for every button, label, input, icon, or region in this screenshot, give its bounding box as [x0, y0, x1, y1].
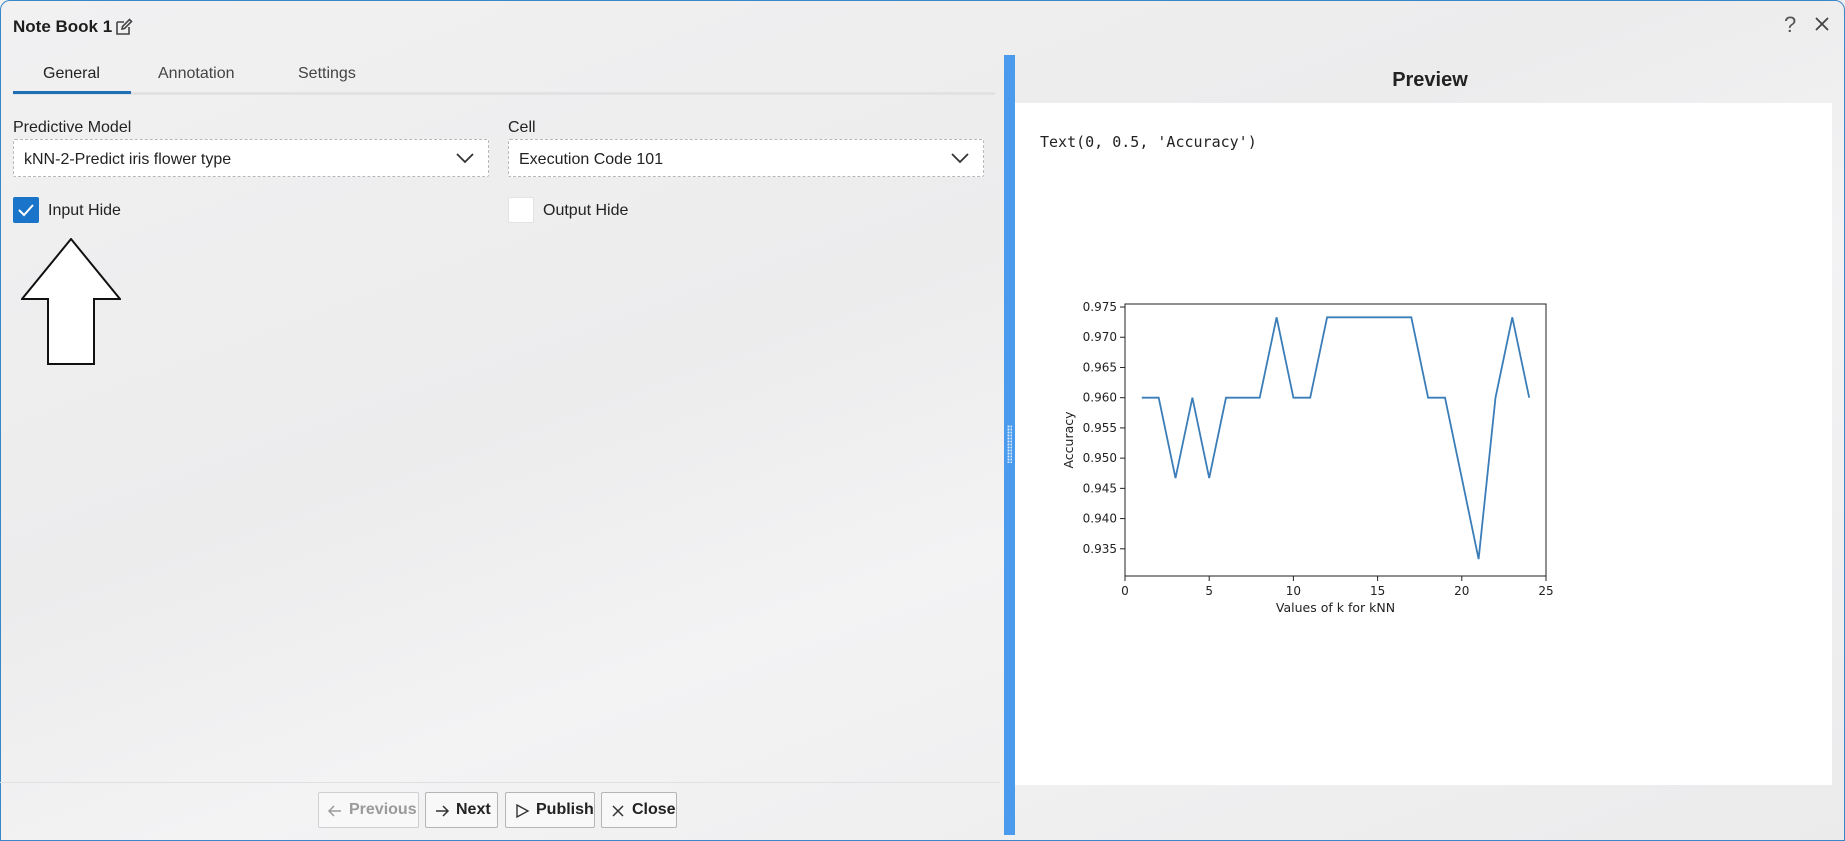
y-tick-label: 0.975	[1083, 300, 1117, 314]
code-output-text: Text(0, 0.5, 'Accuracy')	[1040, 133, 1257, 151]
predictive-model-value: kNN-2-Predict iris flower type	[24, 151, 232, 168]
predictive-model-label: Predictive Model	[13, 119, 132, 136]
active-tab-indicator	[13, 91, 131, 94]
tab-annotation[interactable]: Annotation	[158, 65, 235, 83]
cell-label: Cell	[508, 119, 536, 136]
output-hide-label[interactable]: Output Hide	[543, 202, 628, 220]
arrow-left-icon	[327, 805, 341, 817]
x-axis-label: Values of k for kNN	[1276, 600, 1395, 615]
play-icon	[516, 803, 530, 819]
previous-button[interactable]: Previous	[318, 792, 419, 828]
window-title: Note Book 1	[13, 17, 113, 36]
next-button[interactable]: Next	[425, 792, 498, 828]
x-tick-label: 5	[1205, 584, 1213, 598]
y-tick-label: 0.950	[1083, 451, 1117, 465]
preview-panel: Text(0, 0.5, 'Accuracy') 0 5 10 15 20 25 0.935…	[1015, 103, 1832, 785]
y-tick-label: 0.945	[1083, 481, 1117, 495]
title-bar: Note Book 1 ?	[0, 0, 1845, 52]
checkmark-icon	[18, 204, 34, 217]
input-hide-checkbox[interactable]	[13, 197, 39, 223]
close-window-icon[interactable]	[1812, 14, 1832, 34]
y-tick-label: 0.955	[1083, 421, 1117, 435]
chevron-down-icon	[456, 153, 474, 164]
output-hide-checkbox[interactable]	[508, 197, 534, 223]
tab-bar: General Annotation Settings	[13, 55, 995, 95]
y-tick-label: 0.970	[1083, 330, 1117, 344]
tab-general[interactable]: General	[43, 65, 100, 83]
cell-value: Execution Code 101	[519, 151, 664, 168]
bottom-separator	[0, 782, 1000, 783]
x-tick-label: 0	[1121, 584, 1129, 598]
close-icon	[612, 805, 624, 817]
previous-label: Previous	[349, 801, 417, 818]
accuracy-line-chart: 0 5 10 15 20 25 0.935 0.940 0.945 0.950 0.955 0.960…	[1061, 300, 1554, 615]
close-label: Close	[632, 801, 676, 818]
publish-label: Publish	[536, 801, 594, 818]
close-button[interactable]: Close	[601, 792, 677, 828]
preview-title: Preview	[1392, 69, 1468, 91]
up-arrow-annotation-icon	[21, 238, 121, 365]
arrow-right-icon	[436, 805, 450, 817]
x-tick-label: 25	[1538, 584, 1553, 598]
input-hide-label[interactable]: Input Hide	[48, 202, 121, 220]
y-axis-label: Accuracy	[1061, 411, 1076, 469]
help-icon[interactable]: ?	[1784, 12, 1796, 38]
publish-button[interactable]: Publish	[505, 792, 595, 828]
x-tick-label: 10	[1286, 584, 1301, 598]
x-tick-label: 20	[1454, 584, 1469, 598]
edit-icon[interactable]	[114, 17, 134, 37]
x-tick-label: 15	[1370, 584, 1385, 598]
plot-area	[1124, 303, 1547, 577]
cell-select[interactable]: Execution Code 101	[508, 139, 984, 177]
next-label: Next	[456, 801, 491, 818]
splitter-grip[interactable]	[1007, 425, 1012, 463]
y-tick-label: 0.960	[1083, 391, 1117, 405]
pane-splitter[interactable]	[1004, 55, 1015, 835]
tab-settings[interactable]: Settings	[298, 65, 356, 83]
predictive-model-select[interactable]: kNN-2-Predict iris flower type	[13, 139, 489, 177]
preview-header: Preview	[1015, 55, 1845, 103]
chevron-down-icon	[951, 153, 969, 164]
y-tick-label: 0.940	[1083, 512, 1117, 526]
y-tick-label: 0.935	[1083, 542, 1117, 556]
y-tick-label: 0.965	[1083, 360, 1117, 374]
